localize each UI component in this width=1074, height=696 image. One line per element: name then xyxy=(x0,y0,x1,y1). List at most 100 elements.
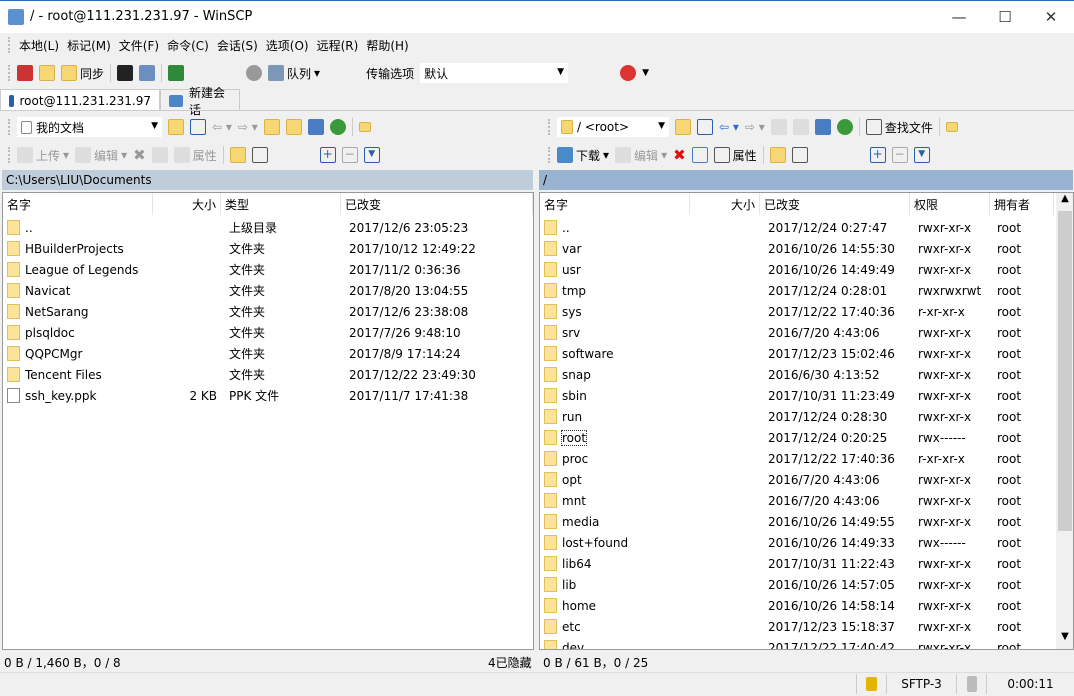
root-dir-icon[interactable] xyxy=(792,119,809,135)
back-button[interactable]: ⇦ ▾ xyxy=(212,120,232,134)
table-row[interactable]: proc 2017/12/22 17:40:36 r-xr-xr-x root xyxy=(540,449,1056,470)
terminal-icon[interactable] xyxy=(117,65,134,81)
menu-item[interactable]: 文件(F) xyxy=(119,37,159,54)
table-row[interactable]: plsqldoc 文件夹 2017/7/26 9:48:10 xyxy=(3,323,533,344)
column-header-permissions[interactable]: 权限 xyxy=(910,193,990,215)
transfer-options-select[interactable]: 默认 ▼ xyxy=(420,63,569,83)
right-file-list[interactable]: 名字 大小 已改变 权限 拥有者 ▲ ▼ .. 2017/12/24 0:27:4… xyxy=(539,192,1074,650)
delete-icon[interactable]: ✖ xyxy=(673,146,686,164)
properties-button[interactable]: 属性 xyxy=(713,147,757,164)
table-row[interactable]: media 2016/10/26 14:49:55 rwxr-xr-x root xyxy=(540,512,1056,533)
forward-button[interactable]: ⇨ ▾ xyxy=(238,120,258,134)
sync-button[interactable]: 同步 xyxy=(61,65,104,82)
left-location-select[interactable]: 我的文档 ▼ xyxy=(17,117,162,137)
queue-button[interactable]: 队列 ▾ xyxy=(268,65,320,82)
table-row[interactable]: lib64 2017/10/31 11:22:43 rwxr-xr-x root xyxy=(540,554,1056,575)
table-row[interactable]: ssh_key.ppk 2 KB PPK 文件 2017/11/7 17:41:38 xyxy=(3,386,533,407)
column-header-modified[interactable]: 已改变 xyxy=(341,193,533,215)
table-row[interactable]: tmp 2017/12/24 0:28:01 rwxrwxrwt root xyxy=(540,281,1056,302)
gear-icon[interactable] xyxy=(246,65,263,81)
filter-icon[interactable] xyxy=(697,119,713,135)
table-row[interactable]: opt 2016/7/20 4:43:06 rwxr-xr-x root xyxy=(540,470,1056,491)
table-row[interactable]: NetSarang 文件夹 2017/12/6 23:38:08 xyxy=(3,302,533,323)
left-file-list[interactable]: 名字 大小 类型 已改变 .. 上级目录 2017/12/6 23:05:23 HBu… xyxy=(2,192,534,650)
compare-icon[interactable] xyxy=(17,65,33,81)
table-row[interactable]: sbin 2017/10/31 11:23:49 rwxr-xr-x root xyxy=(540,386,1056,407)
find-files-button[interactable]: 查找文件 xyxy=(865,119,933,136)
table-row[interactable]: usr 2016/10/26 14:49:49 rwxr-xr-x root xyxy=(540,260,1056,281)
table-row[interactable]: var 2016/10/26 14:55:30 rwxr-xr-x root xyxy=(540,239,1056,260)
menu-item[interactable]: 命令(C) xyxy=(167,37,209,54)
menu-item[interactable]: 会话(S) xyxy=(217,37,258,54)
table-row[interactable]: lost+found 2016/10/26 14:49:33 rwx------ ro… xyxy=(540,533,1056,554)
home-icon[interactable] xyxy=(307,119,324,135)
table-row[interactable]: dev 2017/12/22 17:40:42 rwxr-xr-x root xyxy=(540,638,1056,649)
maximize-button[interactable]: ☐ xyxy=(982,1,1028,33)
table-row[interactable]: snap 2016/6/30 4:13:52 rwxr-xr-x root xyxy=(540,365,1056,386)
putty-icon[interactable] xyxy=(139,65,156,81)
download-button[interactable]: 下载 ▾ xyxy=(557,147,609,164)
network-icon[interactable] xyxy=(620,65,637,81)
table-row[interactable]: HBuilderProjects 文件夹 2017/10/12 12:49:22 xyxy=(3,239,533,260)
table-row[interactable]: QQPCMgr 文件夹 2017/8/9 17:14:24 xyxy=(3,344,533,365)
table-row[interactable]: League of Legends 文件夹 2017/11/2 0:36:36 xyxy=(3,260,533,281)
tab-new-session[interactable]: 新建会话 xyxy=(160,86,240,117)
scrollbar-thumb[interactable] xyxy=(1058,211,1072,531)
refresh-session-icon[interactable] xyxy=(168,65,185,81)
rename-icon[interactable] xyxy=(691,147,708,163)
table-row[interactable]: etc 2017/12/23 15:18:37 rwxr-xr-x root xyxy=(540,617,1056,638)
tree-icon[interactable] xyxy=(945,122,958,132)
minimize-button[interactable]: — xyxy=(936,1,982,33)
tree-icon[interactable] xyxy=(358,122,371,132)
home-icon[interactable] xyxy=(814,119,831,135)
table-row[interactable]: root 2017/12/24 0:20:25 rwx------ root xyxy=(540,428,1056,449)
close-button[interactable]: ✕ xyxy=(1028,1,1074,33)
column-header-owner[interactable]: 拥有者 xyxy=(990,193,1054,215)
unselect-icon[interactable]: − xyxy=(341,147,358,163)
column-header-size[interactable]: 大小 xyxy=(690,193,760,215)
refresh-icon[interactable] xyxy=(836,119,853,135)
table-row[interactable]: home 2016/10/26 14:58:14 rwxr-xr-x root xyxy=(540,596,1056,617)
menu-item[interactable]: 标记(M) xyxy=(67,37,111,54)
filter-select-icon[interactable]: ▼ xyxy=(913,147,930,163)
table-row[interactable]: mnt 2016/7/20 4:43:06 rwxr-xr-x root xyxy=(540,491,1056,512)
column-header-name[interactable]: 名字 xyxy=(3,193,153,215)
delete-icon[interactable]: ✖ xyxy=(133,146,146,164)
forward-button[interactable]: ⇨ ▾ xyxy=(745,120,765,134)
back-button[interactable]: ⇦ ▾ xyxy=(719,120,739,134)
edit-button[interactable]: 编辑 ▾ xyxy=(75,147,127,164)
table-row[interactable]: Tencent Files 文件夹 2017/12/22 23:49:30 xyxy=(3,365,533,386)
new-file-icon[interactable] xyxy=(791,147,808,163)
column-header-type[interactable]: 类型 xyxy=(221,193,341,215)
table-row[interactable]: run 2017/12/24 0:28:30 rwxr-xr-x root xyxy=(540,407,1056,428)
table-row[interactable]: lib 2016/10/26 14:57:05 rwxr-xr-x root xyxy=(540,575,1056,596)
menu-item[interactable]: 帮助(H) xyxy=(366,37,408,54)
upload-button[interactable]: 上传 ▾ xyxy=(17,147,69,164)
select-all-icon[interactable]: + xyxy=(319,147,336,163)
column-header-modified[interactable]: 已改变 xyxy=(760,193,910,215)
table-row[interactable]: .. 上级目录 2017/12/6 23:05:23 xyxy=(3,218,533,239)
table-row[interactable]: Navicat 文件夹 2017/8/20 13:04:55 xyxy=(3,281,533,302)
table-row[interactable]: software 2017/12/23 15:02:46 rwxr-xr-x root xyxy=(540,344,1056,365)
scroll-down-icon[interactable]: ▼ xyxy=(1056,631,1073,649)
new-folder-icon[interactable] xyxy=(229,147,246,163)
unselect-icon[interactable]: − xyxy=(891,147,908,163)
refresh-icon[interactable] xyxy=(329,119,346,135)
rename-icon[interactable] xyxy=(151,147,168,163)
open-folder-icon[interactable] xyxy=(675,119,691,135)
right-location-select[interactable]: / <root> ▼ xyxy=(557,117,669,137)
edit-button[interactable]: 编辑 ▾ xyxy=(615,147,667,164)
table-row[interactable]: sys 2017/12/22 17:40:36 r-xr-xr-x root xyxy=(540,302,1056,323)
filter-select-icon[interactable]: ▼ xyxy=(363,147,380,163)
parent-dir-icon[interactable] xyxy=(770,119,787,135)
select-all-icon[interactable]: + xyxy=(869,147,886,163)
table-row[interactable]: srv 2016/7/20 4:43:06 rwxr-xr-x root xyxy=(540,323,1056,344)
parent-dir-icon[interactable] xyxy=(263,119,280,135)
table-row[interactable]: .. 2017/12/24 0:27:47 rwxr-xr-x root xyxy=(540,218,1056,239)
menu-item[interactable]: 本地(L) xyxy=(19,37,59,54)
filter-icon[interactable] xyxy=(190,119,206,135)
new-file-icon[interactable] xyxy=(251,147,268,163)
properties-button[interactable]: 属性 xyxy=(173,147,217,164)
tab-session[interactable]: root@111.231.231.97 xyxy=(0,89,160,111)
root-dir-icon[interactable] xyxy=(285,119,302,135)
